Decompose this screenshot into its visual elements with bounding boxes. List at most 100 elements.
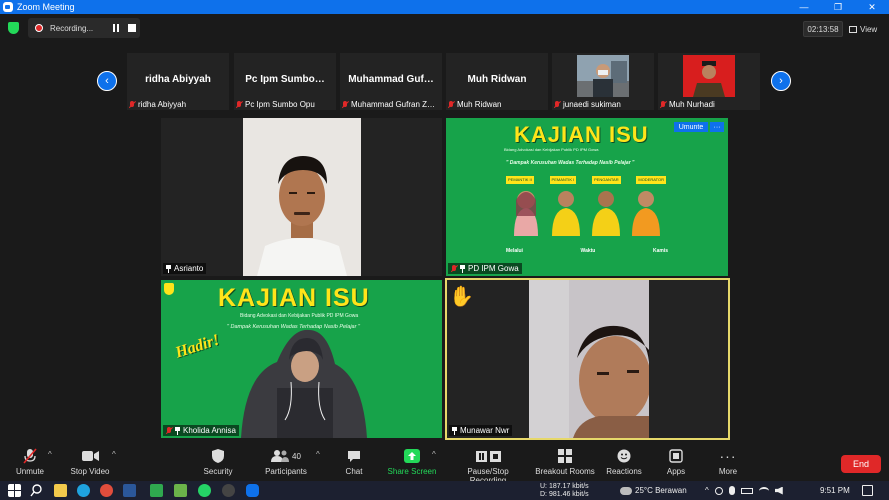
word-icon[interactable] [123, 484, 136, 497]
battery-icon[interactable] [740, 487, 753, 494]
security-shield-icon[interactable] [8, 22, 19, 34]
security-label: Security [203, 467, 233, 476]
close-button[interactable]: ✕ [855, 0, 889, 14]
pin-icon [452, 426, 457, 435]
edge-browser-icon[interactable] [77, 484, 90, 497]
meeting-toolbar: Unmute ^ Stop Video ^ Security 40 Partic… [0, 444, 889, 485]
thumbnail-label: junaedi sukiman [554, 100, 621, 109]
share-screen-button[interactable]: Share Screen [386, 448, 438, 476]
poster-info: Melalui Waktu Kamis [506, 248, 668, 254]
participant-thumbnail[interactable]: junaedi sukiman [552, 53, 654, 110]
reactions-label: Reactions [606, 467, 642, 476]
poster-speakers [514, 191, 660, 236]
ipm-logo-icon [164, 283, 174, 295]
strip-next-button[interactable]: › [771, 71, 791, 91]
tray-caret-icon[interactable]: ^ [705, 486, 709, 495]
video-camera-icon [81, 451, 99, 461]
app-icon[interactable] [174, 484, 187, 497]
muted-mic-icon [236, 100, 242, 109]
chrome-browser-icon[interactable] [100, 484, 113, 497]
maximize-button[interactable]: ❐ [821, 0, 855, 14]
view-button[interactable]: View [849, 21, 877, 37]
video-tile-kholida-annisa[interactable]: KAJIAN ISU Bidang Advokasi dan Kebijakan… [161, 280, 442, 438]
chat-button[interactable]: Chat [336, 448, 372, 476]
thumbnail-label: Pc Ipm Sumbo Opu [236, 100, 315, 109]
security-button[interactable]: Security [198, 448, 238, 476]
window-title: Zoom Meeting [17, 2, 75, 12]
thumbnail-label: ridha Abiyyah [129, 100, 186, 109]
strip-prev-button[interactable]: ‹ [97, 71, 117, 91]
participant-thumbnail[interactable]: Muh Ridwan Muh Ridwan [446, 53, 548, 110]
weather-widget[interactable]: 25°C Berawan [620, 481, 687, 500]
more-dots-icon: ··· [719, 448, 737, 464]
pause-stop-recording-button[interactable]: Pause/Stop Recording [448, 448, 528, 485]
file-explorer-icon[interactable] [54, 484, 67, 497]
video-tile-munawar-nwr[interactable]: Munawar Nwr [445, 278, 730, 440]
thumbnail-name: Muh Ridwan [467, 74, 527, 85]
participants-options-caret[interactable]: ^ [316, 450, 320, 459]
tray-app-icon[interactable] [714, 486, 723, 495]
video-tile-pd-ipm-gowa[interactable]: KAJIAN ISU Bidang Advokasi dan Kebijakan… [446, 118, 728, 276]
pin-icon [175, 426, 180, 435]
app-icon[interactable] [222, 484, 235, 497]
participant-video [683, 55, 735, 97]
more-label: More [718, 467, 738, 476]
participant-thumbnail[interactable]: Pc Ipm Sumbo… Pc Ipm Sumbo Opu [234, 53, 336, 110]
poster-theme: " Dampak Kerusuhan Wadas Terhadap Nasib … [506, 160, 635, 166]
spreadsheet-icon[interactable] [150, 484, 163, 497]
stop-video-label: Stop Video [70, 467, 110, 476]
participants-button[interactable]: 40 Participants [262, 448, 310, 476]
tile-label: Munawar Nwr [449, 425, 513, 436]
end-meeting-button[interactable]: End [841, 455, 881, 473]
breakout-rooms-icon [558, 449, 572, 463]
recording-indicator: Recording... [28, 18, 140, 38]
participants-count: 40 [292, 451, 301, 461]
window-controls: — ❐ ✕ [787, 0, 889, 14]
apps-icon [669, 449, 683, 463]
video-tile-asrianto[interactable]: Asrianto [161, 118, 442, 276]
pause-recording-icon[interactable] [112, 24, 120, 32]
muted-mic-icon [23, 448, 37, 464]
share-options-caret[interactable]: ^ [432, 450, 436, 459]
search-icon[interactable] [30, 484, 43, 497]
more-button[interactable]: ··· More [712, 448, 744, 476]
poster-subtitle: Bidang Advokasi dan Kebijakan Publik PD … [504, 147, 599, 152]
stop-video-button[interactable]: Stop Video [68, 448, 112, 476]
pin-icon [460, 264, 465, 273]
minimize-button[interactable]: — [787, 0, 821, 14]
apps-label: Apps [666, 467, 686, 476]
video-options-caret[interactable]: ^ [112, 450, 116, 459]
audio-options-caret[interactable]: ^ [48, 450, 52, 459]
microphone-icon[interactable] [728, 486, 735, 495]
pin-icon [166, 264, 171, 273]
stop-recording-icon[interactable] [128, 24, 136, 32]
wifi-icon[interactable] [758, 486, 769, 495]
volume-icon[interactable] [774, 486, 783, 495]
tile-label: Kholida Annisa [163, 425, 239, 436]
unmute-button[interactable]: Unmute [10, 448, 50, 476]
tile-label: Asrianto [163, 263, 207, 274]
participant-thumbnail[interactable]: Muh Nurhadi [658, 53, 760, 110]
tile-label: PD IPM Gowa [448, 263, 522, 274]
whatsapp-icon[interactable] [198, 484, 211, 497]
poster-title: KAJIAN ISU [514, 122, 649, 147]
more-options-icon[interactable]: ··· [710, 122, 724, 132]
reactions-icon [617, 449, 631, 463]
raised-hand-icon: ✋ [449, 286, 474, 308]
notifications-icon[interactable] [862, 485, 873, 496]
network-speed: U: 187.17 kbit/s D: 981.46 kbit/s [540, 482, 589, 498]
thumbnail-name: ridha Abiyyah [145, 74, 211, 85]
thumbnail-name: Muhammad Guf… [348, 74, 434, 85]
windows-start-icon[interactable] [8, 484, 21, 497]
hadir-sticker: Hadir! [173, 331, 222, 362]
participant-thumbnail[interactable]: Muhammad Guf… Muhammad Gufran Z… [340, 53, 442, 110]
poster-roles: PEMANTIK II PEMANTIK I PENGANTAR MODERAT… [506, 176, 666, 184]
zoom-app-icon[interactable] [246, 484, 259, 497]
breakout-rooms-button[interactable]: Breakout Rooms [534, 448, 596, 476]
zoom-logo-icon [3, 2, 13, 12]
clock[interactable]: 9:51 PM [820, 481, 850, 500]
share-screen-icon [404, 449, 420, 463]
participant-thumbnail[interactable]: ridha Abiyyah ridha Abiyyah [127, 53, 229, 110]
apps-button[interactable]: Apps [660, 448, 692, 476]
reactions-button[interactable]: Reactions [604, 448, 644, 476]
